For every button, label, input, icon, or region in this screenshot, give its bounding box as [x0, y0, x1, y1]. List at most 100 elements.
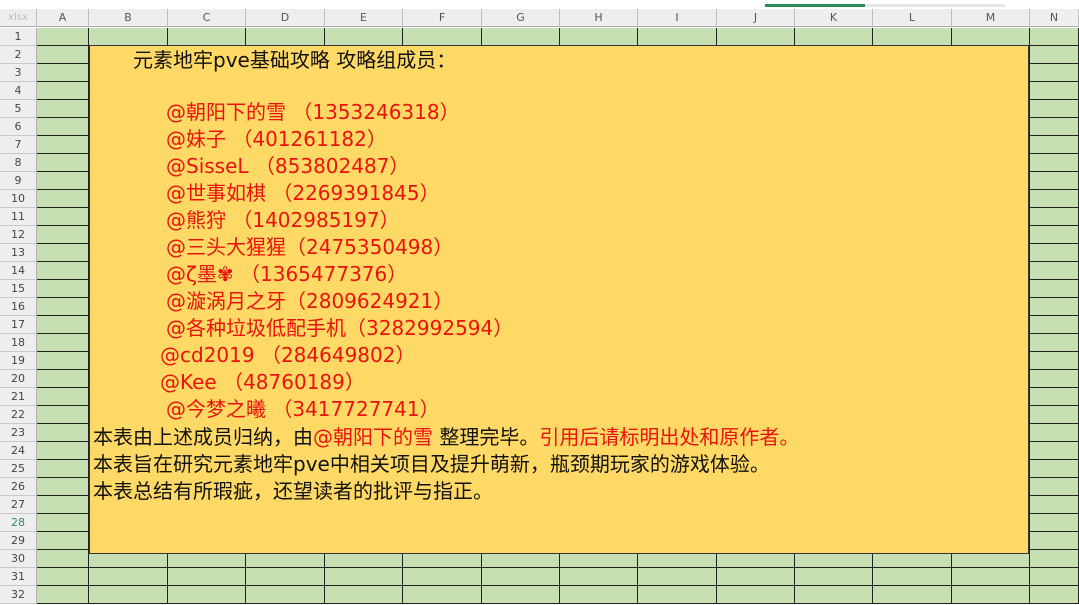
cell-a9[interactable]: [37, 172, 89, 190]
row-header-17[interactable]: 17: [0, 316, 37, 334]
column-header-m[interactable]: M: [952, 9, 1030, 27]
cell-j31[interactable]: [717, 568, 795, 586]
column-header-g[interactable]: G: [482, 9, 560, 27]
cell-l31[interactable]: [873, 568, 952, 586]
cell-a25[interactable]: [37, 460, 89, 478]
row-header-5[interactable]: 5: [0, 100, 37, 118]
cell-n21[interactable]: [1030, 388, 1079, 406]
cell-a2[interactable]: [37, 46, 89, 64]
cell-n1[interactable]: [1030, 28, 1079, 46]
cell-c31[interactable]: [168, 568, 246, 586]
cell-b32[interactable]: [89, 586, 168, 604]
cell-n16[interactable]: [1030, 298, 1079, 316]
cell-g1[interactable]: [482, 28, 560, 46]
cell-a10[interactable]: [37, 190, 89, 208]
cell-l1[interactable]: [873, 28, 952, 46]
cell-a8[interactable]: [37, 154, 89, 172]
cell-n24[interactable]: [1030, 442, 1079, 460]
cell-a1[interactable]: [37, 28, 89, 46]
cell-n9[interactable]: [1030, 172, 1079, 190]
cell-a11[interactable]: [37, 208, 89, 226]
cell-a15[interactable]: [37, 280, 89, 298]
cell-b1[interactable]: [89, 28, 168, 46]
cell-a13[interactable]: [37, 244, 89, 262]
cell-n27[interactable]: [1030, 496, 1079, 514]
cell-i32[interactable]: [638, 586, 717, 604]
cell-m32[interactable]: [952, 586, 1030, 604]
row-header-16[interactable]: 16: [0, 298, 37, 316]
cell-n26[interactable]: [1030, 478, 1079, 496]
cell-a31[interactable]: [37, 568, 89, 586]
row-header-18[interactable]: 18: [0, 334, 37, 352]
row-header-1[interactable]: 1: [0, 28, 37, 46]
cell-g31[interactable]: [482, 568, 560, 586]
cell-b31[interactable]: [89, 568, 168, 586]
row-header-11[interactable]: 11: [0, 208, 37, 226]
row-header-14[interactable]: 14: [0, 262, 37, 280]
column-header-d[interactable]: D: [246, 9, 325, 27]
column-header-a[interactable]: A: [37, 9, 89, 27]
cell-f1[interactable]: [403, 28, 482, 46]
cell-e1[interactable]: [325, 28, 403, 46]
row-header-21[interactable]: 21: [0, 388, 37, 406]
row-header-6[interactable]: 6: [0, 118, 37, 136]
cell-n12[interactable]: [1030, 226, 1079, 244]
cell-e31[interactable]: [325, 568, 403, 586]
cell-a12[interactable]: [37, 226, 89, 244]
cell-n28[interactable]: [1030, 514, 1079, 532]
cell-a23[interactable]: [37, 424, 89, 442]
cell-i31[interactable]: [638, 568, 717, 586]
column-header-l[interactable]: L: [873, 9, 952, 27]
cell-n29[interactable]: [1030, 532, 1079, 550]
cell-j32[interactable]: [717, 586, 795, 604]
cell-l32[interactable]: [873, 586, 952, 604]
cell-j1[interactable]: [717, 28, 795, 46]
row-header-26[interactable]: 26: [0, 478, 37, 496]
cell-n22[interactable]: [1030, 406, 1079, 424]
cell-n17[interactable]: [1030, 316, 1079, 334]
row-header-20[interactable]: 20: [0, 370, 37, 388]
cell-d31[interactable]: [246, 568, 325, 586]
row-header-3[interactable]: 3: [0, 64, 37, 82]
cell-a18[interactable]: [37, 334, 89, 352]
row-header-31[interactable]: 31: [0, 568, 37, 586]
cell-m31[interactable]: [952, 568, 1030, 586]
column-header-n[interactable]: N: [1030, 9, 1079, 27]
cell-n13[interactable]: [1030, 244, 1079, 262]
row-header-27[interactable]: 27: [0, 496, 37, 514]
cell-m1[interactable]: [952, 28, 1030, 46]
cell-n15[interactable]: [1030, 280, 1079, 298]
cell-n32[interactable]: [1030, 586, 1079, 604]
cell-n18[interactable]: [1030, 334, 1079, 352]
row-header-4[interactable]: 4: [0, 82, 37, 100]
merged-content-cell[interactable]: 元素地牢pve基础攻略 攻略组成员： @朝阳下的雪 （1353246318） @妹…: [89, 45, 1029, 554]
cell-n5[interactable]: [1030, 100, 1079, 118]
cell-a29[interactable]: [37, 532, 89, 550]
row-header-23[interactable]: 23: [0, 424, 37, 442]
row-header-7[interactable]: 7: [0, 136, 37, 154]
cell-n6[interactable]: [1030, 118, 1079, 136]
cell-a20[interactable]: [37, 370, 89, 388]
cell-n7[interactable]: [1030, 136, 1079, 154]
cell-a4[interactable]: [37, 82, 89, 100]
column-header-i[interactable]: I: [638, 9, 717, 27]
cell-a28[interactable]: [37, 514, 89, 532]
cell-f32[interactable]: [403, 586, 482, 604]
cell-a14[interactable]: [37, 262, 89, 280]
column-header-c[interactable]: C: [168, 9, 246, 27]
cell-g32[interactable]: [482, 586, 560, 604]
cell-a24[interactable]: [37, 442, 89, 460]
cell-c1[interactable]: [168, 28, 246, 46]
cell-n23[interactable]: [1030, 424, 1079, 442]
cell-a6[interactable]: [37, 118, 89, 136]
cell-n30[interactable]: [1030, 550, 1079, 568]
cell-a7[interactable]: [37, 136, 89, 154]
cell-c32[interactable]: [168, 586, 246, 604]
cell-n20[interactable]: [1030, 370, 1079, 388]
row-header-32[interactable]: 32: [0, 586, 37, 604]
cell-a16[interactable]: [37, 298, 89, 316]
cell-i1[interactable]: [638, 28, 717, 46]
column-header-b[interactable]: B: [89, 9, 168, 27]
cell-n10[interactable]: [1030, 190, 1079, 208]
cell-d1[interactable]: [246, 28, 325, 46]
